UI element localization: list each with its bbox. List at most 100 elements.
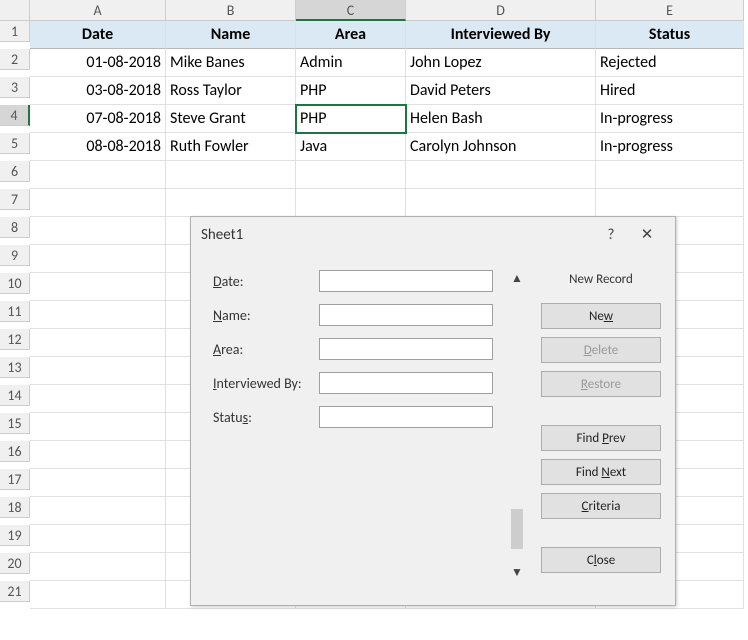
row-header-7[interactable]: 7 (0, 189, 30, 210)
col-header-D[interactable]: D (406, 0, 596, 21)
help-button[interactable]: ? (593, 217, 629, 253)
col-header-C[interactable]: C (296, 0, 406, 21)
cell[interactable]: 08-08-2018 (30, 133, 166, 161)
cell[interactable] (30, 273, 166, 301)
cell[interactable] (296, 161, 406, 189)
header-interviewed-by[interactable]: Interviewed By (406, 21, 596, 49)
row-header-18[interactable]: 18 (0, 497, 30, 518)
cell[interactable]: Mike Banes (166, 49, 296, 77)
cell[interactable] (30, 301, 166, 329)
row-header-12[interactable]: 12 (0, 329, 30, 350)
cell[interactable] (30, 469, 166, 497)
cell[interactable]: PHP (296, 77, 406, 105)
scroll-track[interactable] (509, 291, 525, 559)
cell[interactable]: 07-08-2018 (30, 105, 166, 133)
row-header-21[interactable]: 21 (0, 581, 30, 602)
row-header-2[interactable]: 2 (0, 49, 30, 70)
cell[interactable] (30, 413, 166, 441)
header-name[interactable]: Name (166, 21, 296, 49)
record-indicator: New Record (541, 269, 661, 291)
cell[interactable] (30, 217, 166, 245)
row-header-5[interactable]: 5 (0, 133, 30, 154)
restore-button[interactable]: Restore (541, 371, 661, 397)
row-header-11[interactable]: 11 (0, 301, 30, 322)
find-next-button[interactable]: Find Next (541, 459, 661, 485)
close-button[interactable]: Close (541, 547, 661, 573)
cell[interactable] (30, 329, 166, 357)
col-header-A[interactable]: A (30, 0, 166, 21)
cell[interactable] (406, 161, 596, 189)
cell[interactable]: David Peters (406, 77, 596, 105)
cell[interactable]: John Lopez (406, 49, 596, 77)
row-header-9[interactable]: 9 (0, 245, 30, 266)
cell[interactable] (30, 581, 166, 609)
cell[interactable]: Java (296, 133, 406, 161)
new-button[interactable]: New (541, 303, 661, 329)
cell[interactable]: In-progress (596, 133, 744, 161)
delete-button[interactable]: Delete (541, 337, 661, 363)
input-interviewed-by[interactable] (319, 372, 493, 394)
cell[interactable] (30, 441, 166, 469)
cell[interactable] (166, 161, 296, 189)
close-icon[interactable]: ✕ (629, 217, 665, 253)
cell[interactable]: Hired (596, 77, 744, 105)
cell[interactable] (596, 189, 744, 217)
input-status[interactable] (319, 406, 493, 428)
input-date[interactable] (319, 270, 493, 292)
cell[interactable] (30, 525, 166, 553)
row-header-14[interactable]: 14 (0, 385, 30, 406)
cell[interactable] (30, 385, 166, 413)
cell[interactable] (296, 189, 406, 217)
cell[interactable]: Rejected (596, 49, 744, 77)
row-header-20[interactable]: 20 (0, 553, 30, 574)
active-cell[interactable]: PHP (296, 105, 406, 133)
row-header-4[interactable]: 4 (0, 105, 30, 126)
row-header-10[interactable]: 10 (0, 273, 30, 294)
scroll-down-icon[interactable]: ▼ (508, 563, 526, 581)
cell[interactable]: 01-08-2018 (30, 49, 166, 77)
cell[interactable] (30, 553, 166, 581)
record-scrollbar[interactable]: ▲ ▼ (507, 269, 527, 581)
cell[interactable]: Admin (296, 49, 406, 77)
scroll-up-icon[interactable]: ▲ (508, 269, 526, 287)
header-area[interactable]: Area (296, 21, 406, 49)
cell[interactable] (30, 245, 166, 273)
cell[interactable]: Helen Bash (406, 105, 596, 133)
cell[interactable] (30, 357, 166, 385)
cell[interactable] (30, 161, 166, 189)
find-prev-button[interactable]: Find Prev (541, 425, 661, 451)
cell[interactable]: Ross Taylor (166, 77, 296, 105)
cell[interactable]: 03-08-2018 (30, 77, 166, 105)
dialog-titlebar[interactable]: Sheet1 ? ✕ (191, 217, 675, 253)
row-header-8[interactable]: 8 (0, 217, 30, 238)
input-name[interactable] (319, 304, 493, 326)
row-header-6[interactable]: 6 (0, 161, 30, 182)
dialog-actions: New Record New Delete Restore Find Prev … (541, 269, 661, 581)
cell[interactable] (30, 497, 166, 525)
label-area: Area: (213, 341, 319, 358)
header-date[interactable]: Date (30, 21, 166, 49)
cell[interactable] (166, 189, 296, 217)
criteria-button[interactable]: Criteria (541, 493, 661, 519)
scroll-thumb[interactable] (511, 509, 523, 549)
cell[interactable] (406, 189, 596, 217)
header-status[interactable]: Status (596, 21, 744, 49)
cell[interactable]: In-progress (596, 105, 744, 133)
row-header-19[interactable]: 19 (0, 525, 30, 546)
row-header-3[interactable]: 3 (0, 77, 30, 98)
row-header-13[interactable]: 13 (0, 357, 30, 378)
row-header-17[interactable]: 17 (0, 469, 30, 490)
cell[interactable]: Ruth Fowler (166, 133, 296, 161)
col-header-E[interactable]: E (596, 0, 744, 21)
input-area[interactable] (319, 338, 493, 360)
select-all-corner[interactable] (0, 0, 30, 21)
cell[interactable] (30, 189, 166, 217)
cell[interactable] (596, 161, 744, 189)
cell[interactable]: Carolyn Johnson (406, 133, 596, 161)
data-form-dialog: Sheet1 ? ✕ Date: Name: Area: Interviewed… (190, 216, 676, 606)
row-header-1[interactable]: 1 (0, 21, 30, 42)
col-header-B[interactable]: B (166, 0, 296, 21)
cell[interactable]: Steve Grant (166, 105, 296, 133)
row-header-16[interactable]: 16 (0, 441, 30, 462)
row-header-15[interactable]: 15 (0, 413, 30, 434)
